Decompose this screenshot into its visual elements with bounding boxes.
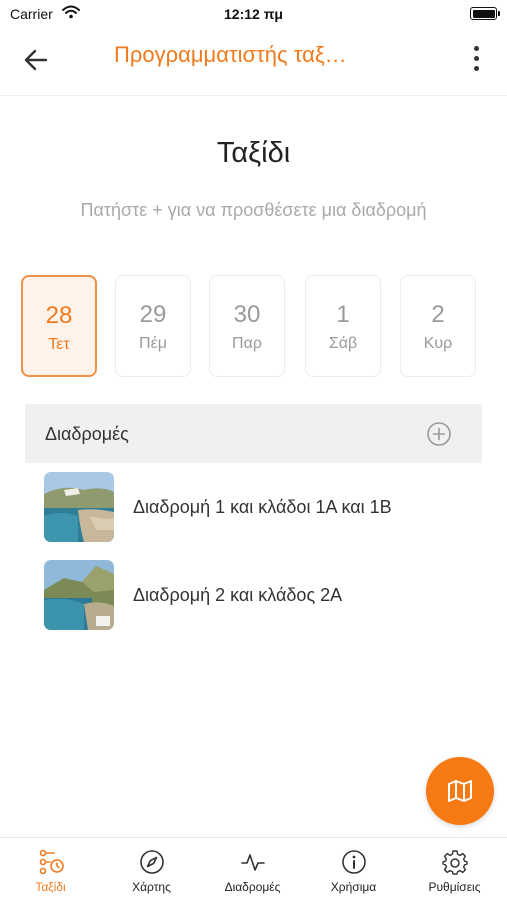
map-fab-button[interactable] <box>426 757 494 825</box>
plus-circle-icon <box>427 422 451 446</box>
add-route-button[interactable] <box>426 421 452 447</box>
bottom-tab-bar: Ταξίδι Χάρτης Διαδρομές Χρήσιμα Ρυθμίσει… <box>0 837 507 900</box>
activity-icon <box>240 854 265 871</box>
tab-label: Χάρτης <box>132 880 171 894</box>
tab-map[interactable]: Χάρτης <box>101 838 202 900</box>
tab-label: Ρυθμίσεις <box>428 880 481 894</box>
tab-label: Διαδρομές <box>224 880 281 894</box>
compass-icon <box>139 850 164 874</box>
tab-trip[interactable]: Ταξίδι <box>0 838 101 900</box>
route-list-item[interactable]: Διαδρομή 2 και κλάδος 2Α <box>44 560 484 630</box>
map-icon <box>448 780 472 802</box>
page-title: Ταξίδι <box>216 137 291 169</box>
back-arrow-icon <box>24 49 48 71</box>
tab-settings[interactable]: Ρυθμίσεις <box>404 838 505 900</box>
day-number: 2 <box>431 301 445 328</box>
hint-text: Πατήστε + για να προσθέσετε μια διαδρομή <box>80 200 427 220</box>
route-thumbnail <box>44 560 114 630</box>
day-chip[interactable]: 28 Τετ <box>21 275 97 377</box>
route-thumbnail <box>44 472 114 542</box>
nav-bar: Προγραμματιστής ταξ… <box>0 30 507 96</box>
day-chip[interactable]: 1 Σάβ <box>305 275 381 377</box>
day-weekday: Κυρ <box>423 335 453 352</box>
day-selector: 28 Τετ 29 Πέμ 30 Παρ 1 Σάβ 2 Κυρ <box>21 275 481 377</box>
back-button[interactable] <box>18 42 54 78</box>
day-weekday: Πέμ <box>139 335 167 352</box>
route-name: Διαδρομή 1 και κλάδοι 1Α και 1Β <box>133 497 392 517</box>
dot-icon <box>473 55 479 61</box>
day-number: 1 <box>336 301 350 328</box>
tab-routes[interactable]: Διαδρομές <box>202 838 303 900</box>
dot-icon <box>473 65 479 71</box>
route-list-item[interactable]: Διαδρομή 1 και κλάδοι 1Α και 1Β <box>44 472 484 542</box>
tab-label: Ταξίδι <box>35 880 66 894</box>
battery-icon <box>470 7 500 20</box>
dot-icon <box>473 45 479 51</box>
day-chip[interactable]: 30 Παρ <box>209 275 285 377</box>
route-name: Διαδρομή 2 και κλάδος 2Α <box>133 585 343 605</box>
more-options-button[interactable] <box>461 40 491 76</box>
status-bar: Carrier 12:12 πμ <box>0 0 507 30</box>
day-chip[interactable]: 29 Πέμ <box>115 275 191 377</box>
gear-icon <box>441 850 468 875</box>
day-weekday: Παρ <box>232 335 262 352</box>
tab-useful[interactable]: Χρήσιμα <box>303 838 404 900</box>
routes-section-header: Διαδρομές <box>25 404 482 463</box>
page-header-title: Προγραμματιστής ταξ… <box>114 42 347 67</box>
clock: 12:12 πμ <box>224 6 283 22</box>
day-chip[interactable]: 2 Κυρ <box>400 275 476 377</box>
day-weekday: Σάβ <box>328 335 358 352</box>
tab-label: Χρήσιμα <box>330 880 377 894</box>
info-icon <box>341 850 366 874</box>
day-weekday: Τετ <box>48 336 70 353</box>
day-number: 28 <box>45 302 73 329</box>
day-number: 29 <box>139 301 167 328</box>
day-number: 30 <box>233 301 261 328</box>
routes-section-title: Διαδρομές <box>45 424 129 444</box>
trip-icon <box>39 849 64 875</box>
